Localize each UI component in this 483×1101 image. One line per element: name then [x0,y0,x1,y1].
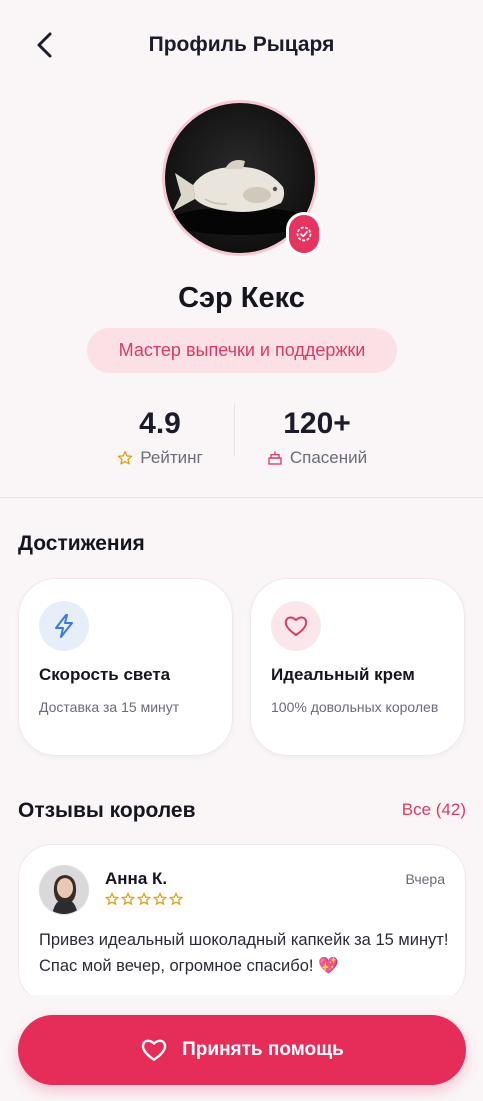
stat-rescues-value: 120+ [283,407,351,440]
achievement-card-cream[interactable]: Идеальный крем 100% довольных королев [250,578,465,756]
top-bar: Профиль Рыцаря [0,0,483,92]
star-outline-icon [121,892,135,906]
achievements-title: Достижения [18,532,145,555]
stat-rescues-label-row: Спасений [217,448,417,468]
reviewer-photo [40,866,88,914]
review-card: Анна К. Вчера Привез идеальный шоколадны… [18,844,466,1004]
review-text: Привез идеальный шоколадный капкейк за 1… [39,931,449,975]
page-title: Профиль Рыцаря [148,33,335,56]
verified-badge [286,212,322,256]
star-outline-icon [137,892,151,906]
divider [0,497,483,498]
avatar [39,865,89,915]
cake-icon [268,451,282,465]
profile-name: Сэр Кекс [178,282,305,314]
achievement-icon-wrap [271,601,321,651]
stats-row: 4.9 Рейтинг 120+ Спасений [0,400,483,470]
lightning-icon [55,614,73,638]
accept-help-label: Принять помощь [182,1039,344,1060]
profile-avatar-wrap [162,100,322,260]
star-outline-icon [118,451,133,465]
accept-help-button[interactable]: Принять помощь [18,1015,466,1085]
review-date: Вчера [405,871,445,887]
reviews-title: Отзывы королев [18,799,196,822]
heart-outline-icon [284,616,308,636]
reviewer-name: Анна К. [105,869,168,888]
verified-badge-icon [296,226,312,242]
review-stars [105,892,183,906]
all-reviews-link[interactable]: Все (42) [402,800,466,820]
star-outline-icon [153,892,167,906]
achievement-description: 100% довольных королев [271,699,439,715]
star-outline-icon [105,892,119,906]
heart-outline-icon [141,1039,167,1061]
achievement-title: Скорость света [39,665,171,684]
stat-rescues-label: Спасений [289,448,368,467]
achievement-description: Доставка за 15 минут [39,699,180,715]
achievement-card-speed[interactable]: Скорость света Доставка за 15 минут [18,578,233,756]
role-chip: Мастер выпечки и поддержки [87,328,397,373]
achievement-icon-wrap [39,601,89,651]
achievement-title: Идеальный крем [271,665,415,684]
star-outline-icon [169,892,183,906]
stat-rescues: 120+ Спасений [217,400,417,468]
stat-rating-label: Рейтинг [140,448,203,467]
